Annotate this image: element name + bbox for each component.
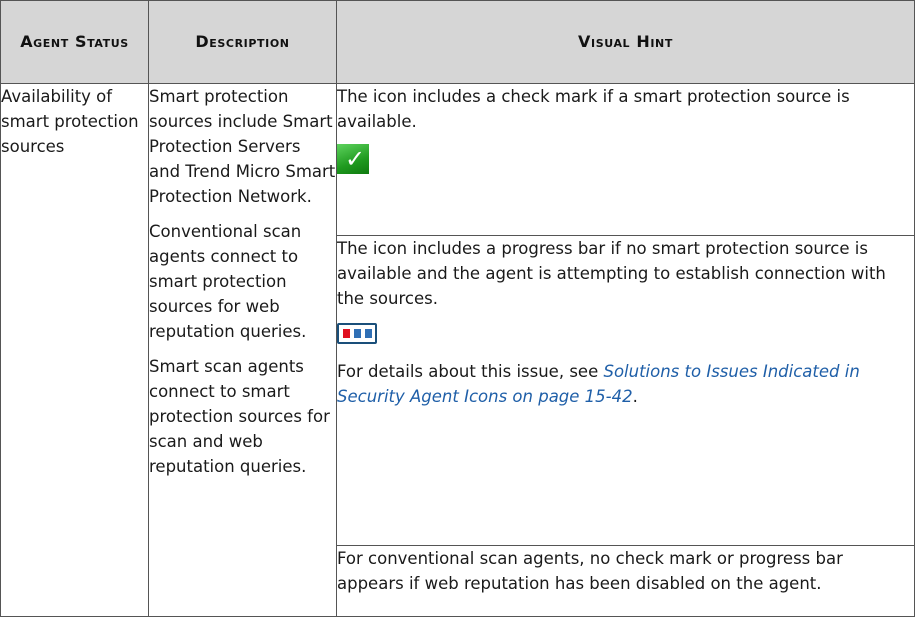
description-cell: Smart protection sources include Smart P… xyxy=(148,83,337,617)
table-row: Availability of smart protection sources… xyxy=(0,83,915,617)
description-paragraph: Conventional scan agents connect to smar… xyxy=(149,222,307,341)
visual-hint-cell: The icon includes a check mark if a smar… xyxy=(336,83,915,236)
header-agent-status: Agent Status xyxy=(0,0,149,84)
details-suffix: . xyxy=(632,387,638,406)
agent-status-table: Agent Status Description Visual Hint Ava… xyxy=(0,0,915,617)
hint-text: The icon includes a check mark if a smar… xyxy=(337,87,850,131)
description-paragraph: Smart protection sources include Smart P… xyxy=(149,87,336,206)
hint-text: For conventional scan agents, no check m… xyxy=(337,549,843,593)
hint-text: The icon includes a progress bar if no s… xyxy=(337,239,886,308)
header-visual-hint: Visual Hint xyxy=(336,0,915,84)
progress-bar-icon xyxy=(337,323,377,344)
visual-hint-cell: For conventional scan agents, no check m… xyxy=(336,545,915,617)
description-paragraph: Smart scan agents connect to smart prote… xyxy=(149,357,330,476)
check-mark-icon: ✓ xyxy=(337,144,369,174)
hint-details: For details about this issue, see Soluti… xyxy=(337,359,914,409)
header-description: Description xyxy=(148,0,337,84)
visual-hint-cell: The icon includes a progress bar if no s… xyxy=(336,235,915,546)
details-prefix: For details about this issue, see xyxy=(337,362,604,381)
table-header-row: Agent Status Description Visual Hint xyxy=(0,0,915,84)
agent-status-cell: Availability of smart protection sources xyxy=(0,83,149,617)
